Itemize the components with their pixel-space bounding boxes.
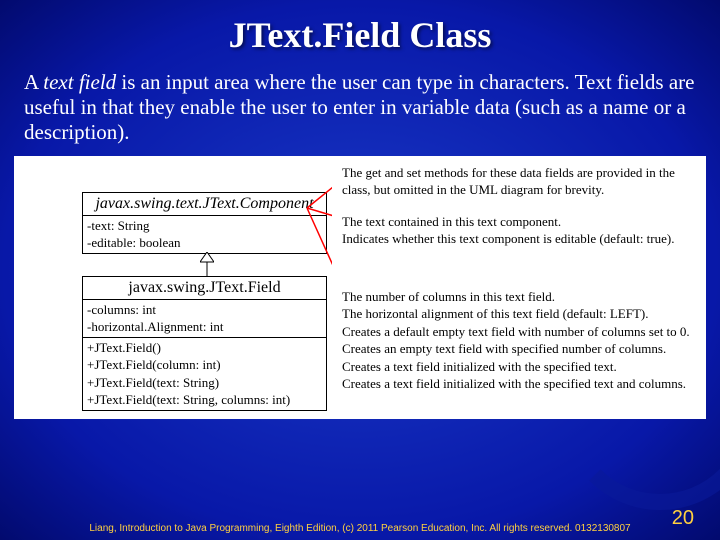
intro-paragraph: A text field is an input area where the …	[0, 56, 720, 156]
note-ctor2: Creates a text field initialized with th…	[342, 358, 698, 376]
uml-class-jtextfield: javax.swing.JText.Field -columns: int -h…	[82, 276, 327, 411]
uml-op: +JText.Field(column: int)	[87, 356, 322, 374]
note-ctor0: Creates a default empty text field with …	[342, 323, 698, 341]
uml-attr: -columns: int	[87, 301, 322, 319]
slide-title: JText.Field Class	[0, 0, 720, 56]
note-editable-attr: Indicates whether this text component is…	[342, 230, 698, 248]
uml-op: +JText.Field()	[87, 339, 322, 357]
uml-op: +JText.Field(text: String)	[87, 374, 322, 392]
note-text-attr: The text contained in this text componen…	[342, 213, 698, 231]
uml-diagram: javax.swing.text.JText.Component -text: …	[14, 156, 706, 419]
uml-op: +JText.Field(text: String, columns: int)	[87, 391, 322, 409]
uml-class1-name: javax.swing.text.JText.Component	[83, 193, 326, 216]
inheritance-arrow-icon	[200, 252, 214, 276]
uml-attr: -editable: boolean	[87, 234, 322, 252]
intro-em: text field	[43, 70, 116, 94]
uml-attr: -horizontal.Alignment: int	[87, 318, 322, 336]
page-number: 20	[672, 507, 694, 530]
note-halign-attr: The horizontal alignment of this text fi…	[342, 305, 698, 323]
intro-prefix: A	[24, 70, 43, 94]
uml-class-jtextcomponent: javax.swing.text.JText.Component -text: …	[82, 192, 327, 254]
note-ctor1: Creates an empty text field with specifi…	[342, 340, 698, 358]
uml-attr: -text: String	[87, 217, 322, 235]
note-columns-attr: The number of columns in this text field…	[342, 288, 698, 306]
note-ctor3: Creates a text field initialized with th…	[342, 375, 698, 393]
intro-rest: is an input area where the user can type…	[24, 70, 694, 144]
uml-class2-name: javax.swing.JText.Field	[83, 277, 326, 300]
footer-citation: Liang, Introduction to Java Programming,…	[0, 523, 720, 534]
note-brevity: The get and set methods for these data f…	[342, 162, 698, 199]
